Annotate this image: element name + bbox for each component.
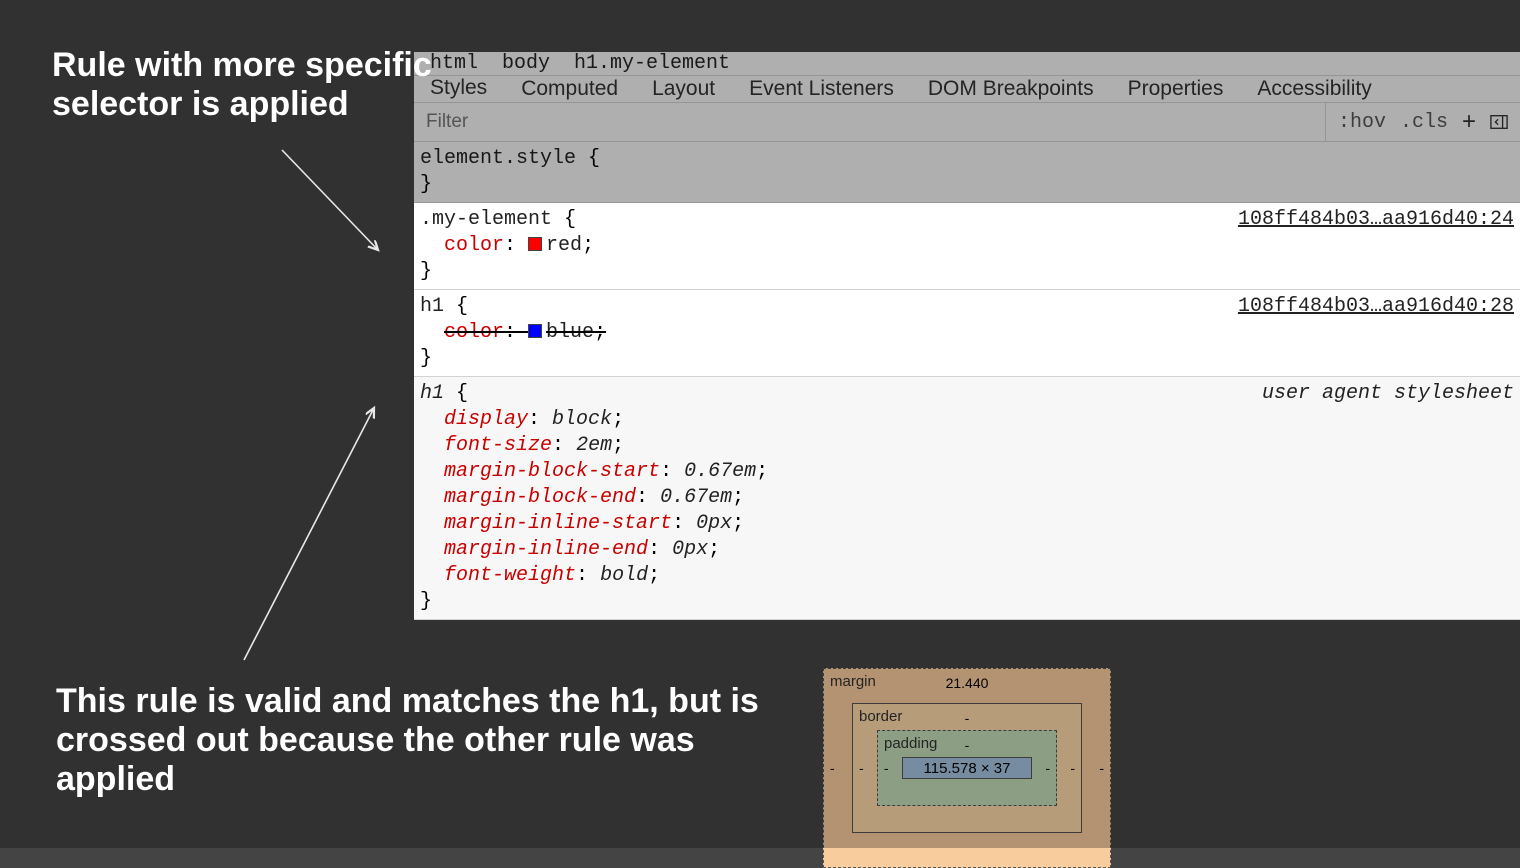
padding-top-value[interactable]: - — [965, 737, 970, 753]
close-brace: } — [420, 590, 432, 613]
breadcrumb-item[interactable]: body — [502, 52, 550, 75]
toggle-panel-icon[interactable] — [1490, 114, 1508, 130]
tab-layout[interactable]: Layout — [652, 77, 715, 101]
css-value: 0px — [696, 512, 732, 535]
breadcrumb-item[interactable]: html — [430, 52, 478, 75]
css-value: 2em — [576, 434, 612, 457]
tab-event-listeners[interactable]: Event Listeners — [749, 77, 894, 101]
css-value: 0.67em — [684, 460, 756, 483]
open-brace: { — [564, 208, 576, 231]
css-property[interactable]: color — [444, 321, 504, 344]
box-model[interactable]: margin 21.440 - - border - - - padding -… — [823, 668, 1111, 868]
css-property[interactable]: color — [444, 234, 504, 257]
css-property: margin-block-start — [444, 460, 660, 483]
source-link[interactable]: 108ff484b03…aa916d40:24 — [1238, 207, 1514, 233]
annotation-top: Rule with more specific selector is appl… — [52, 46, 432, 124]
padding-left-value[interactable]: - — [884, 760, 889, 776]
filter-row: :hov .cls + — [414, 103, 1520, 142]
css-value[interactable]: blue — [546, 321, 594, 344]
tab-accessibility[interactable]: Accessibility — [1257, 77, 1371, 101]
tab-dom-breakpoints[interactable]: DOM Breakpoints — [928, 77, 1094, 101]
user-agent-label: user agent stylesheet — [1262, 381, 1514, 407]
padding-right-value[interactable]: - — [1045, 760, 1050, 776]
rule-selector: h1 — [420, 295, 444, 318]
content-size[interactable]: 115.578 × 37 — [902, 757, 1032, 779]
rule-h1-user-agent: user agent stylesheet h1 { display: bloc… — [414, 377, 1520, 620]
css-property: display — [444, 408, 528, 431]
css-property: margin-inline-start — [444, 512, 672, 535]
border-top-value[interactable]: - — [965, 710, 970, 726]
annotation-bottom: This rule is valid and matches the h1, b… — [56, 682, 816, 799]
source-link[interactable]: 108ff484b03…aa916d40:28 — [1238, 294, 1514, 320]
styles-tabs: Styles Computed Layout Event Listeners D… — [414, 76, 1520, 103]
css-property: margin-block-end — [444, 486, 636, 509]
cls-toggle[interactable]: .cls — [1400, 111, 1448, 134]
border-left-value[interactable]: - — [859, 760, 864, 776]
open-brace: { — [456, 382, 468, 405]
tab-computed[interactable]: Computed — [521, 77, 618, 101]
rule-my-element[interactable]: 108ff484b03…aa916d40:24 .my-element { co… — [414, 203, 1520, 290]
margin-top-value[interactable]: 21.440 — [946, 675, 989, 691]
color-swatch-icon[interactable] — [528, 324, 542, 338]
close-brace: } — [420, 260, 432, 283]
rule-selector: .my-element — [420, 208, 552, 231]
open-brace: { — [456, 295, 468, 318]
css-value: 0px — [672, 538, 708, 561]
css-value: bold — [600, 564, 648, 587]
hov-toggle[interactable]: :hov — [1338, 111, 1386, 134]
close-brace: } — [420, 173, 432, 196]
css-property: font-size — [444, 434, 552, 457]
tab-properties[interactable]: Properties — [1128, 77, 1224, 101]
color-swatch-icon[interactable] — [528, 237, 542, 251]
css-value: block — [552, 408, 612, 431]
open-brace: { — [588, 147, 600, 170]
filter-input[interactable] — [414, 103, 1325, 141]
border-right-value[interactable]: - — [1070, 760, 1075, 776]
element-style-selector: element.style — [420, 147, 576, 170]
margin-left-value[interactable]: - — [830, 760, 835, 776]
margin-right-value[interactable]: - — [1099, 760, 1104, 776]
rule-selector: h1 — [420, 382, 444, 405]
breadcrumbs: html body h1.my-element — [414, 52, 1520, 76]
rule-h1-overridden[interactable]: 108ff484b03…aa916d40:28 h1 { color: blue… — [414, 290, 1520, 377]
padding-label: padding — [884, 735, 937, 752]
border-label: border — [859, 708, 902, 725]
css-property: font-weight — [444, 564, 576, 587]
margin-label: margin — [830, 673, 876, 690]
breadcrumb-item[interactable]: h1.my-element — [574, 52, 730, 75]
element-style-rule[interactable]: element.style { } — [414, 142, 1520, 203]
css-value[interactable]: red — [546, 234, 582, 257]
close-brace: } — [420, 347, 432, 370]
new-style-rule-button[interactable]: + — [1462, 110, 1476, 134]
css-property: margin-inline-end — [444, 538, 648, 561]
css-value: 0.67em — [660, 486, 732, 509]
